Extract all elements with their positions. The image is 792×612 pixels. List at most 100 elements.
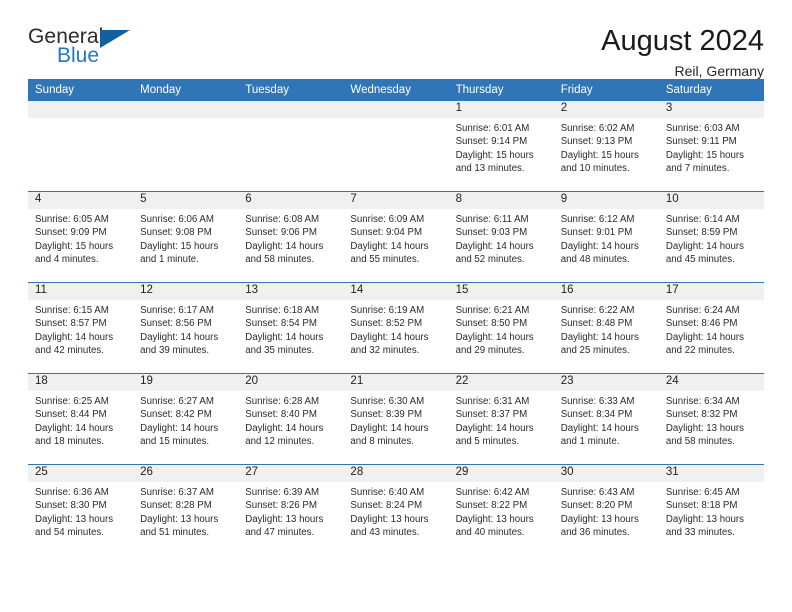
calendar-cell[interactable]: 9 Sunrise: 6:12 AM Sunset: 9:01 PM Daylight…	[553, 191, 659, 283]
sun-info-line: Sunrise: 6:21 AM	[455, 305, 530, 316]
calendar-cell[interactable]: 30 Sunrise: 6:43 AM Sunset: 8:20 PM Dayligh…	[553, 464, 659, 555]
calendar-cell[interactable]: 7 Sunrise: 6:09 AM Sunset: 9:04 PM Daylight…	[343, 191, 449, 283]
sun-info-line: and 48 minutes.	[560, 253, 630, 265]
day-number: 5	[133, 192, 239, 209]
sun-info-line: Daylight: 14 hours	[665, 240, 744, 252]
sun-info-line: Daylight: 14 hours	[140, 331, 219, 343]
sun-info-line: Daylight: 13 hours	[245, 513, 324, 525]
sun-info-line: Daylight: 14 hours	[455, 331, 534, 343]
calendar-cell[interactable]: 27 Sunrise: 6:39 AM Sunset: 8:26 PM Dayligh…	[238, 464, 344, 555]
day-number: 20	[238, 374, 344, 391]
calendar-cell[interactable]: 3 Sunrise: 6:03 AM Sunset: 9:11 PM Daylight…	[658, 101, 764, 192]
calendar-cell[interactable]: 24 Sunrise: 6:34 AM Sunset: 8:32 PM Dayligh…	[658, 373, 764, 465]
calendar-cell[interactable]: 13 Sunrise: 6:18 AM Sunset: 8:54 PM Dayligh…	[238, 282, 344, 374]
sun-info-line: and 1 minute.	[560, 435, 620, 447]
day-cell: 14 Sunrise: 6:19 AM Sunset: 8:52 PM Dayligh…	[343, 283, 449, 373]
calendar-cell[interactable]: 14 Sunrise: 6:19 AM Sunset: 8:52 PM Dayligh…	[343, 282, 449, 374]
calendar-cell[interactable]: 22 Sunrise: 6:31 AM Sunset: 8:37 PM Dayligh…	[448, 373, 554, 465]
calendar-cell[interactable]: 25 Sunrise: 6:36 AM Sunset: 8:30 PM Dayligh…	[28, 464, 134, 555]
calendar-cell[interactable]: 1 Sunrise: 6:01 AM Sunset: 9:14 PM Daylight…	[448, 101, 554, 192]
sun-info-line: Sunset: 8:50 PM	[455, 318, 528, 330]
calendar-cell[interactable]: 18 Sunrise: 6:25 AM Sunset: 8:44 PM Dayligh…	[28, 373, 134, 465]
sun-info: Sunrise: 6:11 AM Sunset: 9:03 PM Daylight:…	[449, 209, 554, 266]
brand-logo[interactable]: General Blue	[28, 26, 140, 72]
sun-info-line: and 15 minutes.	[140, 435, 210, 447]
calendar-cell[interactable]: 11 Sunrise: 6:15 AM Sunset: 8:57 PM Dayligh…	[28, 282, 134, 374]
day-cell: 5 Sunrise: 6:06 AM Sunset: 9:08 PM Daylight…	[133, 192, 239, 282]
sun-info: Sunrise: 6:03 AM Sunset: 9:11 PM Daylight:…	[659, 118, 764, 175]
sun-info-line: Sunset: 9:06 PM	[245, 227, 317, 239]
calendar-cell[interactable]: 17 Sunrise: 6:24 AM Sunset: 8:46 PM Dayligh…	[658, 282, 764, 374]
day-number	[133, 101, 239, 118]
calendar-cell[interactable]: 5 Sunrise: 6:06 AM Sunset: 9:08 PM Daylight…	[133, 191, 239, 283]
day-cell: 23 Sunrise: 6:33 AM Sunset: 8:34 PM Dayligh…	[553, 374, 659, 464]
sun-info-line: Sunset: 8:37 PM	[455, 409, 528, 421]
sun-info: Sunrise: 6:18 AM Sunset: 8:54 PM Daylight:…	[238, 300, 343, 357]
sun-info: Sunrise: 6:42 AM Sunset: 8:22 PM Daylight:…	[449, 482, 554, 539]
sun-info-line: Daylight: 13 hours	[140, 513, 219, 525]
calendar-week-row: 18 Sunrise: 6:25 AM Sunset: 8:44 PM Dayligh…	[28, 373, 764, 465]
day-cell: 19 Sunrise: 6:27 AM Sunset: 8:42 PM Dayligh…	[133, 374, 239, 464]
calendar-cell[interactable]: 15 Sunrise: 6:21 AM Sunset: 8:50 PM Dayligh…	[448, 282, 554, 374]
sun-info-line: Sunrise: 6:17 AM	[140, 305, 214, 316]
sun-info: Sunrise: 6:27 AM Sunset: 8:42 PM Daylight:…	[133, 391, 238, 448]
sun-info: Sunrise: 6:15 AM Sunset: 8:57 PM Daylight:…	[28, 300, 133, 357]
calendar-cell[interactable]: 4 Sunrise: 6:05 AM Sunset: 9:09 PM Daylight…	[28, 191, 134, 283]
calendar-cell[interactable]: 6 Sunrise: 6:08 AM Sunset: 9:06 PM Daylight…	[238, 191, 344, 283]
day-cell: 24 Sunrise: 6:34 AM Sunset: 8:32 PM Dayligh…	[658, 374, 764, 464]
calendar-cell[interactable]: 29 Sunrise: 6:42 AM Sunset: 8:22 PM Dayligh…	[448, 464, 554, 555]
sun-info-line: Sunset: 8:26 PM	[245, 500, 317, 512]
sun-info-line: Sunrise: 6:19 AM	[350, 305, 425, 316]
sun-info-line: Sunset: 8:44 PM	[35, 409, 107, 421]
sun-info-line: Daylight: 13 hours	[665, 422, 744, 434]
sun-info-line: Sunrise: 6:30 AM	[350, 396, 425, 407]
day-cell: 31 Sunrise: 6:45 AM Sunset: 8:18 PM Dayligh…	[658, 465, 764, 555]
day-number: 9	[553, 192, 659, 209]
sun-info: Sunrise: 6:19 AM Sunset: 8:52 PM Daylight:…	[343, 300, 448, 357]
day-number: 15	[448, 283, 554, 300]
calendar-cell[interactable]: 8 Sunrise: 6:11 AM Sunset: 9:03 PM Daylight…	[448, 191, 554, 283]
day-cell: 27 Sunrise: 6:39 AM Sunset: 8:26 PM Dayligh…	[238, 465, 344, 555]
sun-info: Sunrise: 6:25 AM Sunset: 8:44 PM Daylight:…	[28, 391, 133, 448]
sun-info-line: and 55 minutes.	[350, 253, 420, 265]
calendar-cell[interactable]: 12 Sunrise: 6:17 AM Sunset: 8:56 PM Dayligh…	[133, 282, 239, 374]
calendar-cell[interactable]: 28 Sunrise: 6:40 AM Sunset: 8:24 PM Dayligh…	[343, 464, 449, 555]
calendar-cell[interactable]: 19 Sunrise: 6:27 AM Sunset: 8:42 PM Dayligh…	[133, 373, 239, 465]
day-cell: 18 Sunrise: 6:25 AM Sunset: 8:44 PM Dayligh…	[28, 374, 134, 464]
sun-info-line: Daylight: 15 hours	[665, 149, 744, 161]
sun-info-line: Sunrise: 6:06 AM	[140, 214, 214, 225]
sun-info-line: Sunset: 9:08 PM	[140, 227, 212, 239]
calendar-cell[interactable]: 20 Sunrise: 6:28 AM Sunset: 8:40 PM Dayligh…	[238, 373, 344, 465]
calendar-cell[interactable]: 31 Sunrise: 6:45 AM Sunset: 8:18 PM Dayligh…	[658, 464, 764, 555]
calendar-cell[interactable]: 2 Sunrise: 6:02 AM Sunset: 9:13 PM Daylight…	[553, 101, 659, 192]
day-cell: 12 Sunrise: 6:17 AM Sunset: 8:56 PM Dayligh…	[133, 283, 239, 373]
day-number: 31	[658, 465, 764, 482]
sun-info-line: Daylight: 14 hours	[350, 331, 429, 343]
sun-info-line: Daylight: 15 hours	[140, 240, 219, 252]
page-subtitle: Reil, Germany	[674, 63, 764, 80]
triangle-icon	[100, 30, 130, 48]
sun-info: Sunrise: 6:12 AM Sunset: 9:01 PM Daylight:…	[554, 209, 659, 266]
sun-info-line: and 1 minute.	[140, 253, 199, 265]
weekday-header-thursday: Thursday	[448, 79, 554, 101]
calendar-cell[interactable]: 16 Sunrise: 6:22 AM Sunset: 8:48 PM Dayligh…	[553, 282, 659, 374]
calendar-cell[interactable]: 23 Sunrise: 6:33 AM Sunset: 8:34 PM Dayligh…	[553, 373, 659, 465]
calendar-cell	[133, 101, 239, 192]
day-number: 4	[28, 192, 134, 209]
sun-info: Sunrise: 6:45 AM Sunset: 8:18 PM Daylight:…	[659, 482, 764, 539]
calendar-cell[interactable]: 10 Sunrise: 6:14 AM Sunset: 8:59 PM Dayligh…	[658, 191, 764, 283]
sun-info-line: Sunset: 8:28 PM	[140, 500, 212, 512]
sun-info-line: Sunset: 8:34 PM	[560, 409, 633, 421]
day-number	[343, 101, 449, 118]
day-cell	[238, 101, 344, 191]
sun-info-line: and 33 minutes.	[665, 526, 735, 538]
weekday-header-row: Sunday Monday Tuesday Wednesday Thursday…	[28, 79, 764, 101]
day-number: 30	[553, 465, 659, 482]
sun-info-line: Sunrise: 6:12 AM	[560, 214, 635, 225]
sun-info-line: and 7 minutes.	[665, 162, 730, 174]
calendar-cell[interactable]: 26 Sunrise: 6:37 AM Sunset: 8:28 PM Dayligh…	[133, 464, 239, 555]
sun-info-line: Sunrise: 6:14 AM	[665, 214, 740, 225]
sun-info-line: Daylight: 14 hours	[245, 331, 324, 343]
sun-info-line: Sunrise: 6:27 AM	[140, 396, 214, 407]
calendar-cell[interactable]: 21 Sunrise: 6:30 AM Sunset: 8:39 PM Dayligh…	[343, 373, 449, 465]
